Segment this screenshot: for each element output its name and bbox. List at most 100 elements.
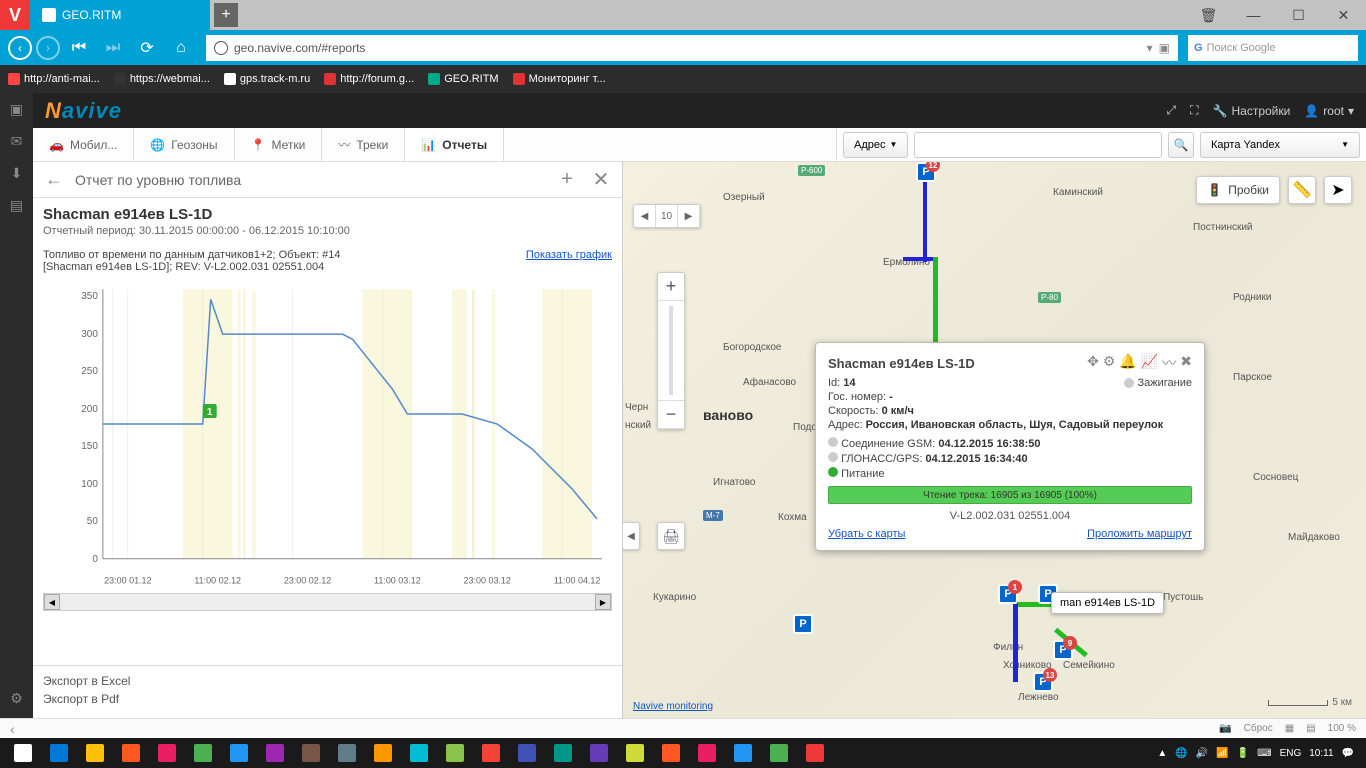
parking-marker[interactable]: P1 — [998, 584, 1018, 604]
zoom-in-button[interactable]: + — [658, 273, 684, 301]
navive-link[interactable]: Navive monitoring — [633, 701, 713, 712]
minimize-button[interactable]: — — [1231, 0, 1276, 30]
remove-from-map-link[interactable]: Убрать с карты — [828, 528, 905, 540]
task-item[interactable] — [402, 738, 436, 768]
task-item[interactable] — [150, 738, 184, 768]
gear-icon[interactable]: ⚙ — [1103, 353, 1116, 373]
task-item[interactable] — [438, 738, 472, 768]
bookmark-item[interactable]: Мониторинг т... — [513, 73, 606, 85]
task-item[interactable] — [294, 738, 328, 768]
task-item[interactable] — [546, 738, 580, 768]
traffic-button[interactable]: 🚦 Пробки — [1196, 176, 1280, 204]
bookmark-item[interactable]: GEO.RITM — [428, 73, 498, 85]
bell-icon[interactable]: 🔔 — [1119, 353, 1136, 373]
battery-icon[interactable]: 🔋 — [1237, 748, 1249, 759]
move-icon[interactable]: ⤢ — [1167, 103, 1177, 118]
scroll-left-button[interactable]: ◀ — [44, 594, 60, 610]
volume-icon[interactable]: 🔊 — [1196, 748, 1208, 759]
expand-icon[interactable]: ⛶ — [1190, 103, 1198, 118]
nav-right[interactable]: ▶ — [678, 205, 700, 227]
zoom-out-button[interactable]: − — [658, 401, 684, 429]
mail-panel-icon[interactable]: ✉ — [7, 131, 27, 151]
layout-icon[interactable]: ▦ — [1285, 723, 1294, 734]
add-button[interactable]: + — [554, 167, 580, 193]
close-button[interactable]: ✕ — [1321, 0, 1366, 30]
bookmarks-panel-icon[interactable]: ▣ — [7, 99, 27, 119]
forward-button[interactable]: › — [36, 36, 60, 60]
fastforward-button[interactable]: ⏭ — [98, 33, 128, 63]
task-item[interactable] — [258, 738, 292, 768]
task-item[interactable] — [690, 738, 724, 768]
ruler-button[interactable]: 📏 — [1288, 176, 1316, 204]
bookmark-item[interactable]: gps.track-m.ru — [224, 73, 310, 85]
tray-icon[interactable]: ▲ — [1157, 748, 1167, 759]
status-icon[interactable]: 📷 — [1219, 723, 1231, 734]
settings-panel-icon[interactable]: ⚙ — [7, 688, 27, 708]
tab-mobile[interactable]: 🚗 Мобил... — [33, 128, 134, 161]
downloads-panel-icon[interactable]: ⬇ — [7, 163, 27, 183]
report-back-button[interactable]: ← — [41, 167, 67, 193]
parking-marker[interactable]: P — [793, 614, 813, 634]
export-pdf-link[interactable]: Экспорт в Pdf — [43, 692, 612, 706]
network-icon[interactable]: 🌐 — [1175, 748, 1187, 759]
trash-button[interactable]: 🗑 — [1186, 0, 1231, 30]
lang-indicator[interactable]: ENG — [1280, 748, 1302, 759]
close-report-button[interactable]: ✕ — [588, 167, 614, 193]
rewind-button[interactable]: ⏮ — [64, 33, 94, 63]
task-item[interactable] — [726, 738, 760, 768]
back-button[interactable]: ‹ — [8, 36, 32, 60]
task-item[interactable] — [78, 738, 112, 768]
bookmark-item[interactable]: https://webmai... — [114, 73, 210, 85]
maximize-button[interactable]: ☐ — [1276, 0, 1321, 30]
task-item[interactable] — [222, 738, 256, 768]
tab-reports[interactable]: 📊 Отчеты — [405, 128, 504, 161]
notes-panel-icon[interactable]: ▤ — [7, 195, 27, 215]
reset-link[interactable]: Сброс — [1244, 723, 1273, 734]
settings-link[interactable]: 🔧 Настройки — [1213, 104, 1291, 118]
task-item[interactable] — [366, 738, 400, 768]
task-item[interactable] — [762, 738, 796, 768]
url-bar[interactable]: geo.navive.com/#reports ▾ ▣ — [206, 35, 1178, 61]
map[interactable]: Озерный Каминский Постнинский Родники Па… — [623, 162, 1366, 718]
print-button[interactable]: 🖨 — [657, 522, 685, 550]
task-item[interactable] — [798, 738, 832, 768]
address-input[interactable] — [914, 132, 1162, 158]
browser-tab[interactable]: GEO.RITM — [30, 0, 210, 30]
keyboard-icon[interactable]: ⌨ — [1257, 748, 1271, 759]
tab-tracks[interactable]: 〰 Треки — [322, 128, 405, 161]
parking-marker[interactable]: P13 — [1033, 672, 1053, 692]
start-button[interactable] — [6, 738, 40, 768]
browser-search[interactable]: G Поиск Google — [1188, 35, 1358, 61]
task-item[interactable] — [510, 738, 544, 768]
tab-geozones[interactable]: 🌐 Геозоны — [134, 128, 234, 161]
chart-scrollbar[interactable]: ◀ ▶ — [43, 593, 612, 611]
task-item[interactable] — [582, 738, 616, 768]
close-popup-icon[interactable]: ✖ — [1180, 353, 1192, 373]
task-item[interactable] — [654, 738, 688, 768]
new-tab-button[interactable]: + — [214, 3, 238, 27]
task-item[interactable] — [330, 738, 364, 768]
locate-button[interactable]: ➤ — [1324, 176, 1352, 204]
move-icon[interactable]: ✥ — [1087, 353, 1099, 373]
task-item[interactable] — [114, 738, 148, 768]
map-type-select[interactable]: Карта Yandex▼ — [1200, 132, 1360, 158]
layout-icon[interactable]: ▤ — [1306, 723, 1315, 734]
task-item[interactable] — [618, 738, 652, 768]
favorite-icon[interactable]: ▣ — [1159, 41, 1170, 55]
bookmark-icon[interactable]: ▾ — [1147, 41, 1153, 55]
reload-button[interactable]: ⟳ — [132, 33, 162, 63]
vivaldi-logo[interactable]: V — [0, 0, 30, 30]
nav-center[interactable]: 10 — [656, 205, 678, 227]
bookmark-item[interactable]: http://forum.g... — [324, 73, 414, 85]
chart-icon[interactable]: 📈 — [1141, 353, 1158, 373]
search-button[interactable]: 🔍 — [1168, 132, 1194, 158]
wifi-icon[interactable]: 📶 — [1216, 748, 1228, 759]
bookmark-item[interactable]: http://anti-mai... — [8, 73, 100, 85]
collapse-panel-button[interactable]: ◀ — [623, 522, 640, 550]
task-item[interactable] — [42, 738, 76, 768]
task-item[interactable] — [474, 738, 508, 768]
export-excel-link[interactable]: Экспорт в Excel — [43, 674, 612, 688]
clock[interactable]: 10:11 — [1309, 748, 1333, 759]
track-icon[interactable]: 〰 — [1162, 353, 1176, 373]
address-mode-button[interactable]: Адрес ▼ — [843, 132, 908, 158]
